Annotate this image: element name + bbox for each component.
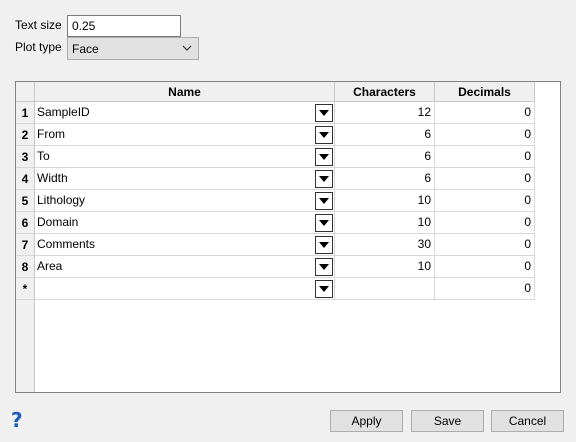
characters-cell[interactable]: 10 xyxy=(335,212,435,234)
name-cell-text: To xyxy=(37,149,50,163)
name-dropdown-button[interactable] xyxy=(315,192,333,210)
name-dropdown-button[interactable] xyxy=(315,104,333,122)
plot-type-label: Plot type xyxy=(15,40,62,54)
name-dropdown-button[interactable] xyxy=(315,126,333,144)
name-cell-text: Width xyxy=(37,171,68,185)
triangle-down-icon xyxy=(319,132,329,138)
name-cell[interactable]: Comments xyxy=(35,234,335,256)
name-cell[interactable]: Area xyxy=(35,256,335,278)
name-cell[interactable] xyxy=(35,278,335,300)
name-dropdown-button[interactable] xyxy=(315,214,333,232)
save-button[interactable]: Save xyxy=(411,410,484,432)
decimals-cell[interactable]: 0 xyxy=(435,124,535,146)
decimals-cell[interactable]: 0 xyxy=(435,212,535,234)
triangle-down-icon xyxy=(319,176,329,182)
triangle-down-icon xyxy=(319,198,329,204)
name-cell-text: Area xyxy=(37,259,63,273)
plot-type-select[interactable]: Face xyxy=(67,37,199,60)
triangle-down-icon xyxy=(319,220,329,226)
name-cell[interactable]: To xyxy=(35,146,335,168)
plot-type-value: Face xyxy=(72,42,99,56)
characters-cell[interactable]: 6 xyxy=(335,146,435,168)
decimals-cell[interactable]: 0 xyxy=(435,234,535,256)
characters-cell[interactable]: 12 xyxy=(335,102,435,124)
name-dropdown-button[interactable] xyxy=(315,148,333,166)
column-header-decimals[interactable]: Decimals xyxy=(435,82,535,102)
name-dropdown-button[interactable] xyxy=(315,236,333,254)
decimals-cell[interactable]: 0 xyxy=(435,102,535,124)
characters-cell[interactable]: 30 xyxy=(335,234,435,256)
column-header-characters[interactable]: Characters xyxy=(335,82,435,102)
decimals-cell[interactable]: 0 xyxy=(435,190,535,212)
row-header[interactable]: 5 xyxy=(16,190,35,212)
characters-cell[interactable]: 10 xyxy=(335,190,435,212)
name-cell[interactable]: Domain xyxy=(35,212,335,234)
row-header[interactable]: * xyxy=(16,278,35,300)
triangle-down-icon xyxy=(319,242,329,248)
row-header[interactable]: 8 xyxy=(16,256,35,278)
name-cell[interactable]: Width xyxy=(35,168,335,190)
name-cell-text: Comments xyxy=(37,237,96,251)
characters-cell[interactable]: 10 xyxy=(335,256,435,278)
corner-header xyxy=(16,82,35,102)
cancel-button[interactable]: Cancel xyxy=(491,410,564,432)
row-header[interactable]: 2 xyxy=(16,124,35,146)
row-header[interactable]: 1 xyxy=(16,102,35,124)
chevron-down-icon xyxy=(181,41,193,55)
row-header[interactable]: 4 xyxy=(16,168,35,190)
name-cell-text: Domain xyxy=(37,215,79,229)
characters-cell[interactable]: 6 xyxy=(335,124,435,146)
decimals-cell[interactable]: 0 xyxy=(435,168,535,190)
decimals-cell[interactable]: 0 xyxy=(435,256,535,278)
text-size-label: Text size xyxy=(15,18,62,32)
name-dropdown-button[interactable] xyxy=(315,170,333,188)
apply-button[interactable]: Apply xyxy=(330,410,403,432)
name-cell-text: From xyxy=(37,127,65,141)
name-cell-text: SampleID xyxy=(37,105,90,119)
triangle-down-icon xyxy=(319,264,329,270)
decimals-cell[interactable]: 0 xyxy=(435,278,535,300)
column-header-name[interactable]: Name xyxy=(35,82,335,102)
name-cell[interactable]: SampleID xyxy=(35,102,335,124)
name-dropdown-button[interactable] xyxy=(315,280,333,298)
name-cell[interactable]: From xyxy=(35,124,335,146)
name-cell[interactable]: Lithology xyxy=(35,190,335,212)
help-icon[interactable]: ? xyxy=(11,408,23,432)
row-header[interactable]: 3 xyxy=(16,146,35,168)
text-size-input[interactable]: 0.25 xyxy=(67,15,181,37)
fields-table: Name Characters Decimals 1 SampleID 12 0 2 Fr… xyxy=(15,81,561,393)
characters-cell[interactable] xyxy=(335,278,435,300)
decimals-cell[interactable]: 0 xyxy=(435,146,535,168)
row-header[interactable]: 7 xyxy=(16,234,35,256)
triangle-down-icon xyxy=(319,286,329,292)
triangle-down-icon xyxy=(319,110,329,116)
name-cell-text: Lithology xyxy=(37,193,86,207)
characters-cell[interactable]: 6 xyxy=(335,168,435,190)
triangle-down-icon xyxy=(319,154,329,160)
name-dropdown-button[interactable] xyxy=(315,258,333,276)
row-header[interactable]: 6 xyxy=(16,212,35,234)
